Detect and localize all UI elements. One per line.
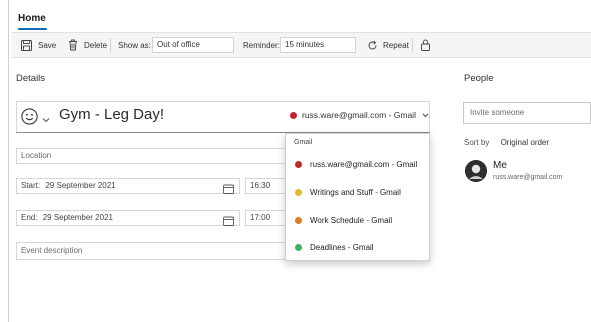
reminder-label: Reminder: bbox=[243, 40, 280, 50]
calendar-color-dot bbox=[290, 111, 297, 119]
save-button[interactable]: Save bbox=[21, 33, 56, 57]
start-time-field[interactable]: 16:30 bbox=[245, 178, 289, 194]
start-label: Start: bbox=[21, 181, 41, 190]
sort-label: Sort by bbox=[464, 138, 490, 147]
location-field[interactable]: Location bbox=[16, 148, 289, 164]
chevron-down-icon bbox=[422, 110, 429, 120]
private-lock-button[interactable] bbox=[421, 33, 430, 57]
calendar-color-dot bbox=[295, 160, 302, 168]
attendee-name: Me bbox=[493, 160, 507, 171]
invite-input[interactable]: Invite someone bbox=[463, 102, 591, 124]
end-time-field[interactable]: 17:00 bbox=[245, 210, 289, 226]
calendar-option[interactable]: russ.ware@gmail.com - Gmail bbox=[286, 151, 429, 177]
calendar-option-label: Deadlines - Gmail bbox=[310, 242, 374, 252]
calendar-color-dot bbox=[295, 188, 302, 196]
calendar-icon[interactable] bbox=[223, 181, 234, 199]
calendar-color-dot bbox=[295, 243, 302, 251]
toolbar-divider bbox=[412, 38, 413, 52]
calendar-picker[interactable]: russ.ware@gmail.com - Gmail bbox=[290, 110, 429, 120]
end-date-value: 29 September 2021 bbox=[42, 213, 113, 222]
save-icon bbox=[21, 39, 32, 51]
start-date-field[interactable]: Start: 29 September 2021 bbox=[16, 178, 240, 194]
calendar-picker-label: russ.ware@gmail.com - Gmail bbox=[302, 110, 416, 120]
end-date-field[interactable]: End: 29 September 2021 bbox=[16, 210, 240, 226]
calendar-color-dot bbox=[295, 216, 302, 224]
sort-by-control[interactable]: Sort by Original order bbox=[464, 138, 549, 147]
delete-label: Delete bbox=[84, 40, 108, 50]
sort-value: Original order bbox=[500, 138, 550, 147]
dropdown-group-header: Gmail bbox=[294, 139, 313, 146]
avatar bbox=[465, 160, 487, 182]
show-as-select[interactable]: Out of office bbox=[152, 37, 234, 53]
calendar-icon[interactable] bbox=[223, 213, 234, 231]
calendar-option[interactable]: Writings and Stuff - Gmail bbox=[286, 179, 429, 205]
calendar-option-label: russ.ware@gmail.com - Gmail bbox=[310, 159, 418, 169]
repeat-icon bbox=[367, 40, 378, 51]
calendar-option-label: Work Schedule - Gmail bbox=[310, 215, 393, 225]
show-as-label: Show as: bbox=[118, 40, 151, 50]
trash-icon bbox=[68, 39, 78, 51]
toolbar-divider bbox=[110, 38, 111, 52]
tab-home-indicator bbox=[18, 28, 47, 30]
toolbar: Save Delete Show as: Out of office Remin… bbox=[12, 32, 591, 58]
delete-button[interactable]: Delete bbox=[68, 33, 107, 57]
attendee-email: russ.ware@gmail.com bbox=[493, 174, 563, 181]
end-label: End: bbox=[21, 213, 38, 222]
calendar-option[interactable]: Work Schedule - Gmail bbox=[286, 207, 429, 233]
chevron-down-icon bbox=[42, 110, 50, 128]
emoji-picker-button[interactable] bbox=[21, 108, 50, 130]
calendar-dropdown: Gmail russ.ware@gmail.com - Gmail Writin… bbox=[285, 133, 430, 261]
details-heading: Details bbox=[16, 73, 46, 84]
reminder-select[interactable]: 15 minutes bbox=[280, 37, 356, 53]
lock-icon bbox=[421, 39, 430, 51]
event-title[interactable]: Gym - Leg Day! bbox=[59, 106, 164, 123]
repeat-button[interactable]: Repeat bbox=[367, 33, 409, 57]
repeat-label: Repeat bbox=[383, 40, 409, 50]
start-date-value: 29 September 2021 bbox=[45, 181, 116, 190]
calendar-option-label: Writings and Stuff - Gmail bbox=[310, 187, 401, 197]
save-label: Save bbox=[38, 40, 57, 50]
tab-home[interactable]: Home bbox=[18, 13, 46, 24]
smiley-icon bbox=[21, 108, 38, 130]
people-heading: People bbox=[464, 73, 494, 84]
calendar-option[interactable]: Deadlines - Gmail bbox=[286, 234, 429, 260]
description-field[interactable]: Event description bbox=[16, 242, 289, 260]
